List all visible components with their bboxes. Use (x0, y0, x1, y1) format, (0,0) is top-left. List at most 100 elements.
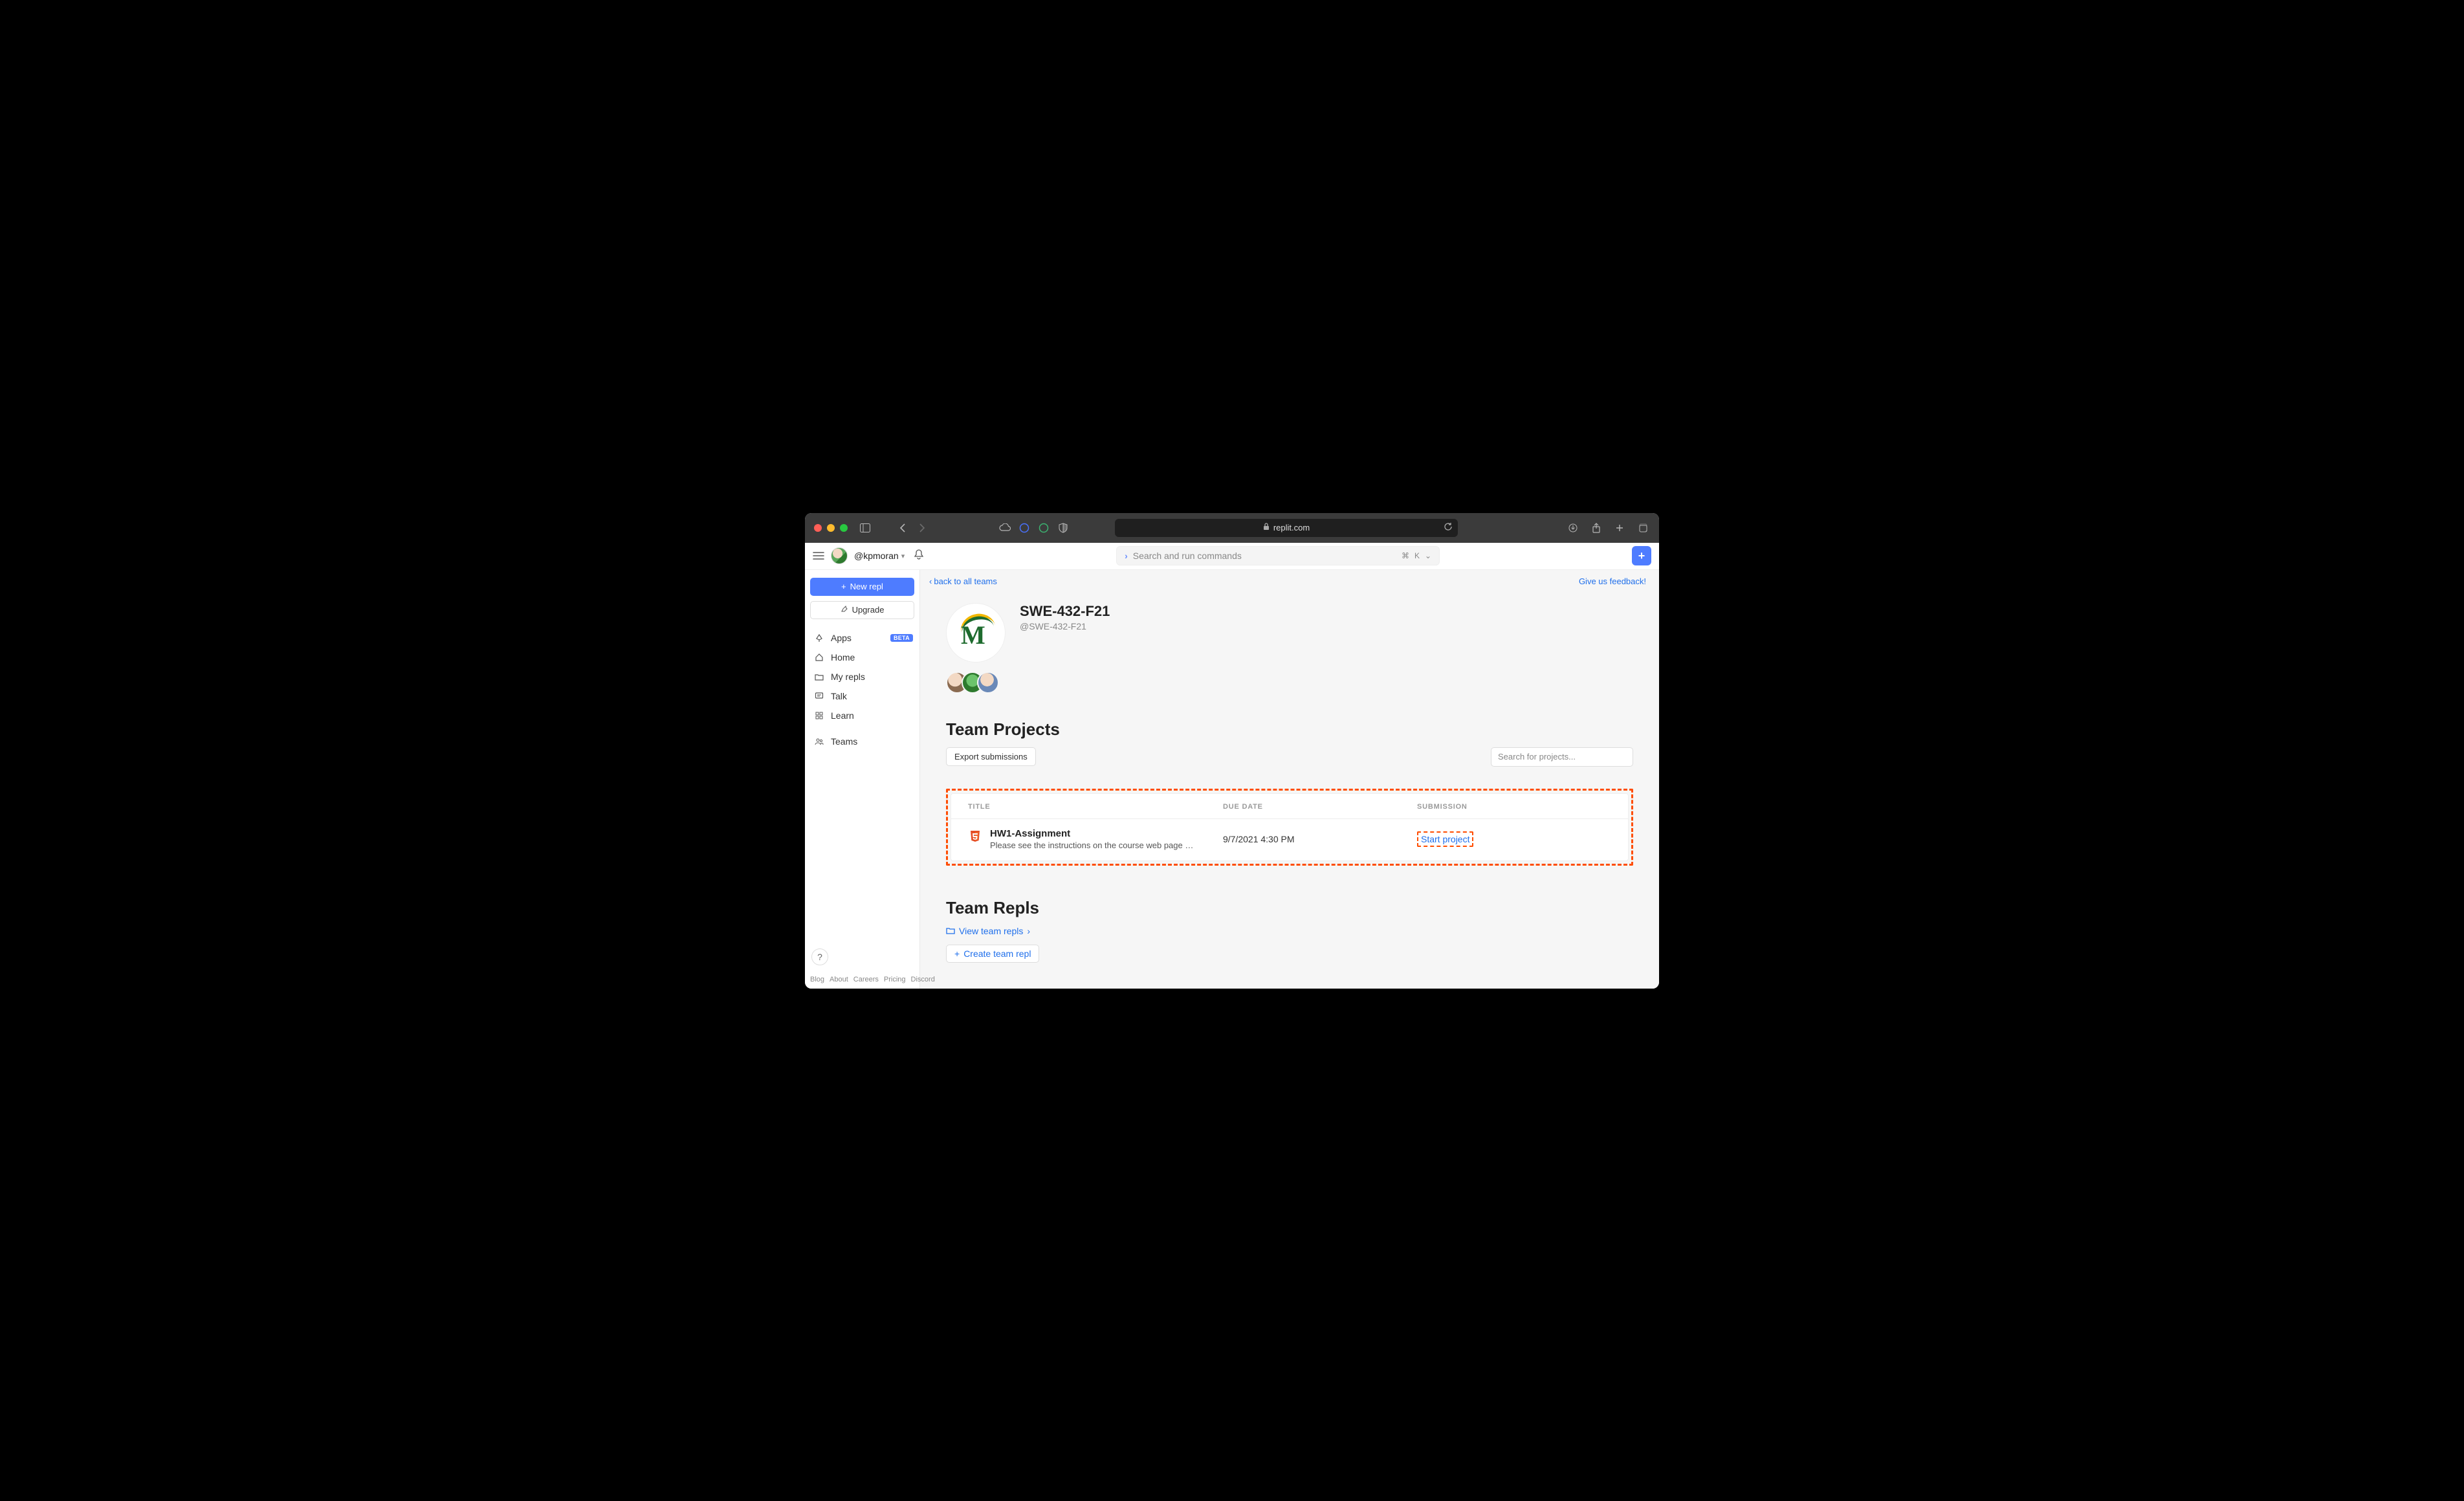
share-icon[interactable] (1589, 521, 1603, 535)
nav-learn[interactable]: Learn (809, 706, 916, 725)
privacy-icon[interactable] (1056, 521, 1070, 535)
upgrade-button[interactable]: Upgrade (810, 601, 914, 619)
lock-icon (1263, 523, 1270, 532)
team-projects-heading: Team Projects (946, 719, 1633, 740)
browser-window: replit.com (805, 513, 1659, 989)
back-icon[interactable] (896, 521, 910, 535)
forward-icon[interactable] (915, 521, 929, 535)
nav-label: Apps (831, 633, 852, 643)
user-avatar[interactable] (831, 547, 848, 564)
nav-label: My repls (831, 672, 865, 682)
team-handle: @SWE-432-F21 (1020, 621, 1110, 631)
team-header: M SWE-432-F21 @SWE-432-F21 (946, 603, 1633, 663)
feedback-link[interactable]: Give us feedback! (1579, 576, 1646, 586)
beta-badge: BETA (890, 634, 913, 642)
nav-talk[interactable]: Talk (809, 686, 916, 706)
view-team-repls-link[interactable]: View team repls › (946, 926, 1633, 937)
app-topbar: @kpmoran ▾ › Search and run commands ⌘ K… (805, 543, 1659, 570)
chevron-down-icon: ⌄ (1425, 551, 1431, 560)
sidebar-toggle-icon[interactable] (858, 521, 872, 535)
footer-links: Blog About Careers Pricing Discord (810, 976, 914, 983)
plus-icon: + (954, 948, 960, 959)
downloads-icon[interactable] (1566, 521, 1580, 535)
k-key: K (1414, 551, 1420, 560)
chevron-right-icon: › (1027, 926, 1030, 936)
view-repls-label: View team repls (959, 926, 1023, 936)
minimize-window-icon[interactable] (827, 524, 835, 532)
home-icon (814, 653, 824, 662)
menu-icon[interactable] (813, 551, 824, 560)
chevron-left-icon: ‹ (929, 576, 932, 586)
html5-icon (968, 829, 982, 844)
export-label: Export submissions (954, 752, 1028, 761)
col-submission: SUBMISSION (1417, 803, 1611, 811)
folder-icon (814, 672, 824, 681)
help-button[interactable]: ? (811, 948, 828, 965)
nav-teams[interactable]: Teams (809, 732, 916, 751)
plus-icon: + (841, 582, 846, 591)
extension-icon-2[interactable] (1037, 521, 1051, 535)
nav-label: Talk (831, 691, 847, 701)
upgrade-label: Upgrade (852, 605, 885, 615)
learn-icon (814, 711, 824, 720)
extension-icon-1[interactable] (1017, 521, 1031, 535)
team-name: SWE-432-F21 (1020, 603, 1110, 620)
folder-icon (946, 926, 955, 937)
url-bar[interactable]: replit.com (1115, 519, 1458, 537)
team-repls-heading: Team Repls (946, 898, 1633, 918)
cloud-icon[interactable] (998, 521, 1012, 535)
projects-search-placeholder: Search for projects... (1498, 752, 1576, 761)
project-desc: Please see the instructions on the cours… (990, 840, 1197, 850)
export-submissions-button[interactable]: Export submissions (946, 747, 1036, 766)
username-label: @kpmoran (854, 551, 899, 561)
footer-discord[interactable]: Discord (911, 976, 935, 983)
start-project-link[interactable]: Start project (1417, 831, 1473, 847)
keyboard-hint: ⌘ K ⌄ (1402, 551, 1431, 560)
main-content: ‹ back to all teams Give us feedback! (920, 570, 1659, 989)
new-tab-icon[interactable] (1612, 521, 1627, 535)
username-dropdown[interactable]: @kpmoran ▾ (854, 551, 905, 561)
browser-chrome: replit.com (805, 513, 1659, 543)
rocket-icon (841, 605, 848, 615)
reload-icon[interactable] (1444, 522, 1453, 533)
footer-careers[interactable]: Careers (853, 976, 879, 983)
project-title[interactable]: HW1-Assignment (990, 828, 1197, 839)
back-to-teams-link[interactable]: ‹ back to all teams (929, 576, 997, 586)
back-label: back to all teams (934, 576, 997, 586)
footer-about[interactable]: About (830, 976, 848, 983)
team-members[interactable] (946, 672, 1633, 694)
command-search-wrap: › Search and run commands ⌘ K ⌄ (930, 546, 1625, 565)
talk-icon (814, 692, 824, 701)
help-label: ? (817, 952, 822, 962)
nav-myrepls[interactable]: My repls (809, 667, 916, 686)
footer-pricing[interactable]: Pricing (884, 976, 906, 983)
teams-icon (814, 737, 824, 746)
url-host: replit.com (1273, 523, 1310, 532)
window-controls (814, 524, 848, 532)
nav-apps[interactable]: Apps BETA (809, 628, 916, 648)
project-row: HW1-Assignment Please see the instructio… (951, 819, 1628, 860)
command-search[interactable]: › Search and run commands ⌘ K ⌄ (1116, 546, 1440, 565)
create-team-repl-button[interactable]: + Create team repl (946, 945, 1039, 963)
nav-label: Learn (831, 710, 854, 721)
new-repl-label: New repl (850, 582, 883, 591)
sidebar: + New repl Upgrade Apps BETA (805, 570, 920, 989)
tabs-icon[interactable] (1636, 521, 1650, 535)
nav-label: Home (831, 652, 855, 663)
project-due: 9/7/2021 4:30 PM (1223, 834, 1417, 844)
col-title: TITLE (968, 803, 1223, 811)
nav-home[interactable]: Home (809, 648, 916, 667)
new-repl-button[interactable]: + New repl (810, 578, 914, 596)
projects-search[interactable]: Search for projects... (1491, 747, 1633, 767)
maximize-window-icon[interactable] (840, 524, 848, 532)
new-button[interactable]: + (1632, 546, 1651, 565)
create-repl-label: Create team repl (963, 948, 1031, 959)
annotation-highlight: TITLE DUE DATE SUBMISSION (946, 789, 1633, 866)
notifications-icon[interactable] (914, 549, 924, 564)
search-placeholder: Search and run commands (1133, 551, 1396, 561)
prompt-icon: › (1125, 551, 1128, 561)
feedback-label: Give us feedback! (1579, 576, 1646, 586)
close-window-icon[interactable] (814, 524, 822, 532)
projects-table-header: TITLE DUE DATE SUBMISSION (951, 794, 1628, 819)
footer-blog[interactable]: Blog (810, 976, 824, 983)
